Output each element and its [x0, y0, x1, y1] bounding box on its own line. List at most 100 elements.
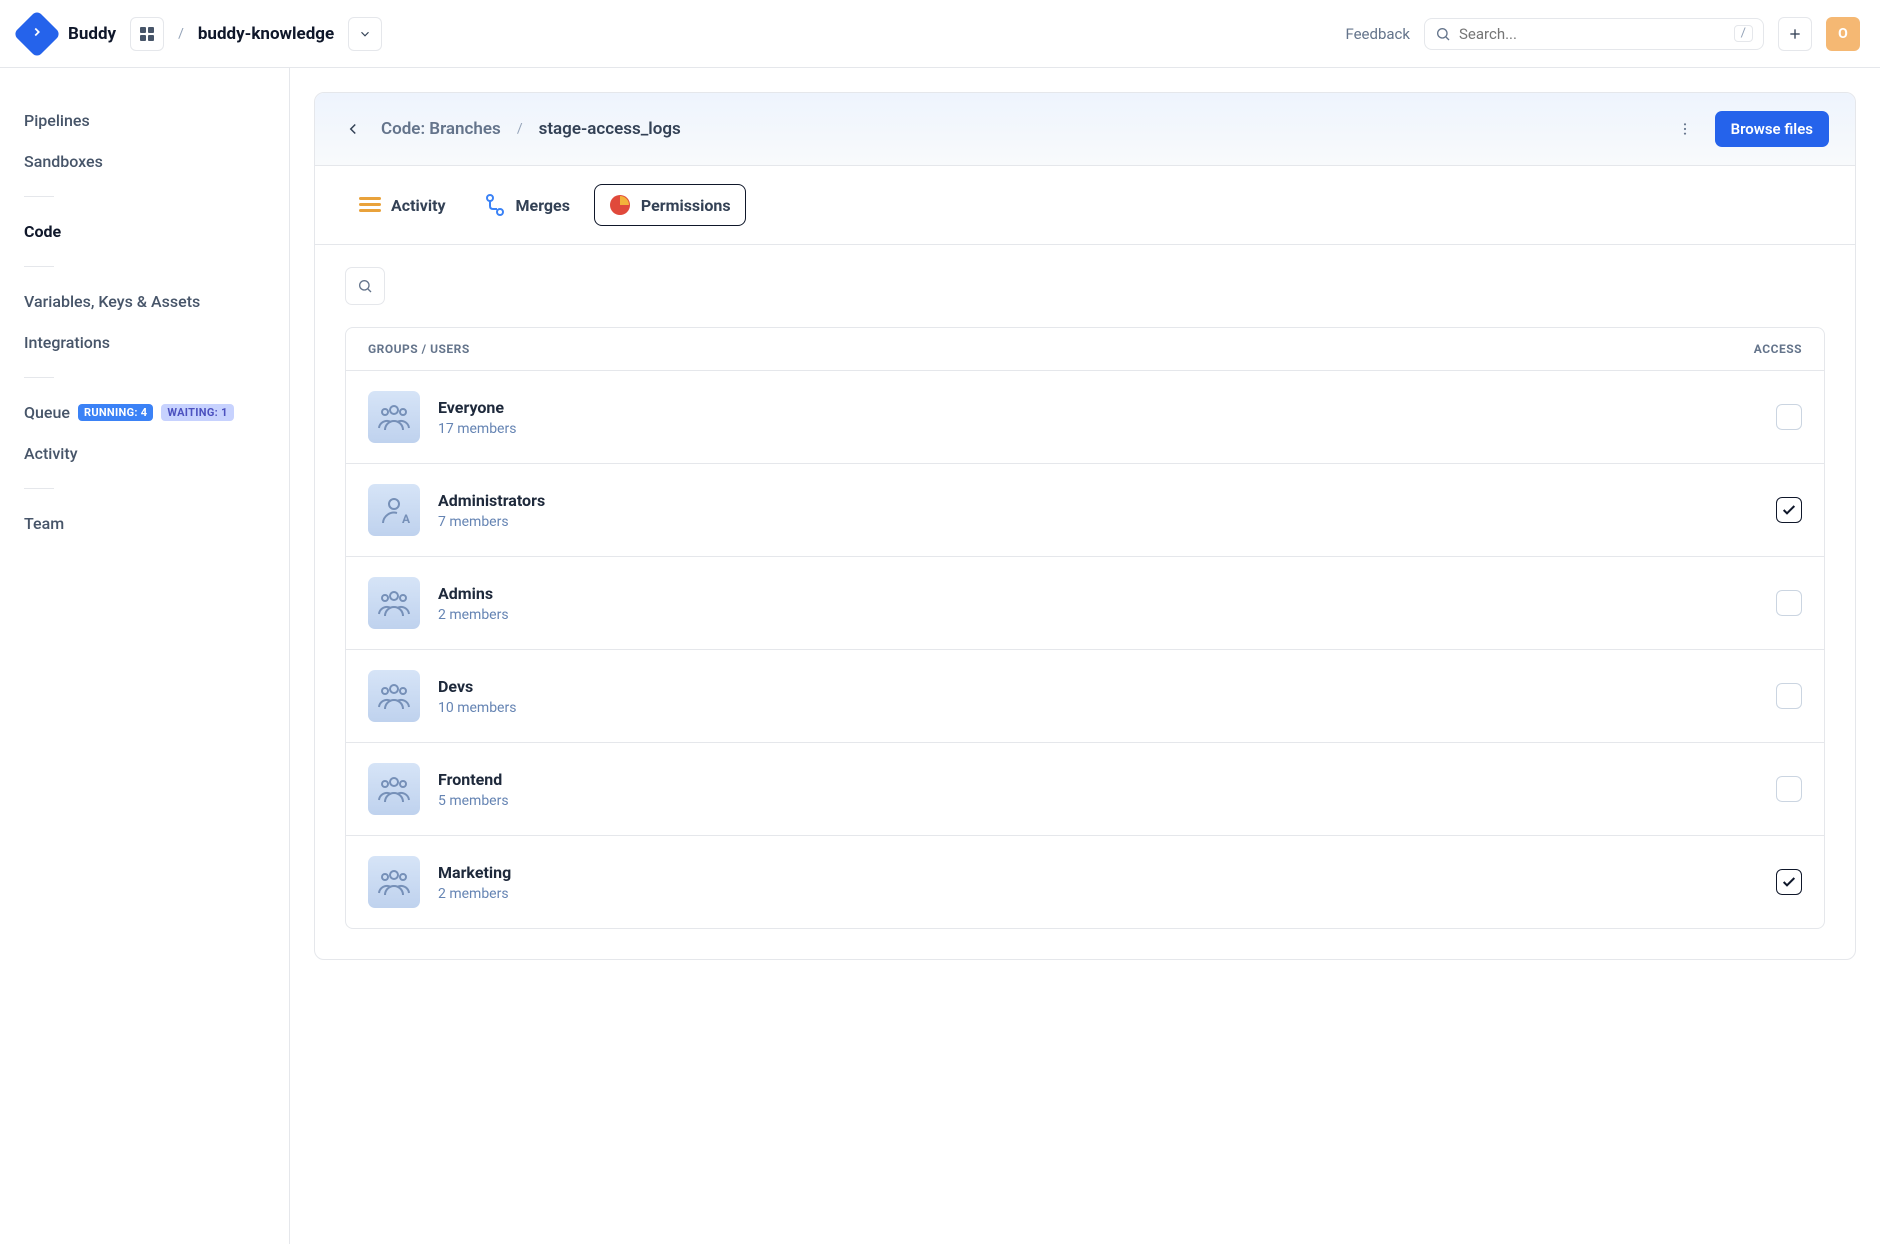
- access-checkbox[interactable]: [1776, 590, 1802, 616]
- tabs: Activity Merges Permissions: [315, 166, 1855, 245]
- sidebar-item-queue[interactable]: Queue RUNNING: 4 WAITING: 1: [24, 392, 265, 433]
- search-shortcut: /: [1734, 25, 1753, 42]
- sidebar-item-label: Pipelines: [24, 111, 90, 130]
- sidebar-item-variables[interactable]: Variables, Keys & Assets: [24, 281, 265, 322]
- brand-logo-chevron-icon: [30, 25, 44, 43]
- grid-icon: [140, 27, 154, 41]
- access-checkbox[interactable]: [1776, 869, 1802, 895]
- plus-icon: [1787, 26, 1803, 42]
- tab-label: Activity: [391, 196, 446, 215]
- sidebar-item-team[interactable]: Team: [24, 503, 265, 544]
- sidebar-item-label: Sandboxes: [24, 152, 103, 171]
- avatar-initial: O: [1838, 26, 1848, 42]
- group-info: Everyone 17 members: [438, 398, 516, 437]
- badge-running: RUNNING: 4: [78, 404, 153, 421]
- table-row: Everyone 17 members: [346, 370, 1824, 463]
- search-input[interactable]: [1459, 25, 1726, 43]
- group-info: Devs 10 members: [438, 677, 516, 716]
- chevron-left-icon: [344, 120, 362, 138]
- tab-label: Merges: [516, 196, 570, 215]
- sidebar-item-label: Activity: [24, 444, 78, 463]
- tab-permissions[interactable]: Permissions: [594, 184, 746, 226]
- breadcrumb-separator: /: [178, 26, 184, 42]
- brand-logo[interactable]: [13, 9, 61, 57]
- search-icon: [1435, 26, 1451, 42]
- table-row: Admins 2 members: [346, 556, 1824, 649]
- sidebar-separator: [24, 488, 54, 489]
- main-content: Code: Branches / stage-access_logs Brows…: [290, 68, 1880, 1244]
- sidebar: Pipelines Sandboxes Code Variables, Keys…: [0, 68, 290, 1244]
- search-box[interactable]: /: [1424, 18, 1764, 50]
- group-icon: [368, 763, 420, 815]
- search-icon: [357, 278, 373, 294]
- group-icon: [368, 577, 420, 629]
- sidebar-separator: [24, 266, 54, 267]
- filter-button[interactable]: [345, 267, 385, 305]
- group-members[interactable]: 17 members: [438, 421, 516, 437]
- admin-group-icon: A: [368, 484, 420, 536]
- permissions-table: GROUPS / USERS ACCESS Everyone 17 member…: [345, 327, 1825, 929]
- sidebar-item-label: Variables, Keys & Assets: [24, 292, 200, 311]
- tab-merges[interactable]: Merges: [470, 185, 584, 225]
- merge-icon: [484, 194, 506, 216]
- access-checkbox[interactable]: [1776, 404, 1802, 430]
- sidebar-separator: [24, 196, 54, 197]
- group-info: Marketing 2 members: [438, 863, 511, 902]
- access-checkbox[interactable]: [1776, 776, 1802, 802]
- branch-card: Code: Branches / stage-access_logs Brows…: [314, 92, 1856, 960]
- feedback-link[interactable]: Feedback: [1345, 25, 1410, 43]
- sidebar-item-label: Integrations: [24, 333, 110, 352]
- sidebar-item-pipelines[interactable]: Pipelines: [24, 100, 265, 141]
- group-name[interactable]: Everyone: [438, 398, 516, 417]
- group-name[interactable]: Administrators: [438, 491, 545, 510]
- brand-name: Buddy: [68, 24, 116, 44]
- group-members[interactable]: 5 members: [438, 793, 509, 809]
- group-name[interactable]: Marketing: [438, 863, 511, 882]
- group-info: Admins 2 members: [438, 584, 509, 623]
- group-members[interactable]: 7 members: [438, 514, 545, 530]
- access-checkbox[interactable]: [1776, 497, 1802, 523]
- sidebar-item-activity[interactable]: Activity: [24, 433, 265, 474]
- back-button[interactable]: [341, 117, 365, 141]
- access-checkbox[interactable]: [1776, 683, 1802, 709]
- project-dropdown[interactable]: [348, 17, 382, 51]
- sidebar-item-label: Team: [24, 514, 64, 533]
- breadcrumb-separator: /: [517, 121, 523, 137]
- col-access: ACCESS: [1754, 342, 1802, 356]
- table-row: Frontend 5 members: [346, 742, 1824, 835]
- group-name[interactable]: Admins: [438, 584, 509, 603]
- group-name[interactable]: Frontend: [438, 770, 509, 789]
- project-name[interactable]: buddy-knowledge: [198, 24, 334, 44]
- tab-activity[interactable]: Activity: [345, 185, 460, 225]
- add-button[interactable]: [1778, 17, 1812, 51]
- group-members[interactable]: 2 members: [438, 886, 511, 902]
- browse-files-button[interactable]: Browse files: [1715, 111, 1829, 147]
- topbar: Buddy / buddy-knowledge Feedback / O: [0, 0, 1880, 68]
- table-header: GROUPS / USERS ACCESS: [346, 328, 1824, 370]
- col-groups-users: GROUPS / USERS: [368, 342, 470, 356]
- group-icon: [368, 856, 420, 908]
- user-avatar[interactable]: O: [1826, 17, 1860, 51]
- sidebar-item-integrations[interactable]: Integrations: [24, 322, 265, 363]
- badge-waiting: WAITING: 1: [161, 404, 233, 421]
- permissions-icon: [609, 194, 631, 216]
- group-icon: [368, 670, 420, 722]
- sidebar-item-sandboxes[interactable]: Sandboxes: [24, 141, 265, 182]
- table-row: Devs 10 members: [346, 649, 1824, 742]
- table-row: A Administrators 7 members: [346, 463, 1824, 556]
- sidebar-item-code[interactable]: Code: [24, 211, 265, 252]
- tab-label: Permissions: [641, 196, 731, 215]
- sidebar-separator: [24, 377, 54, 378]
- group-members[interactable]: 10 members: [438, 700, 516, 716]
- group-members[interactable]: 2 members: [438, 607, 509, 623]
- group-icon: [368, 391, 420, 443]
- group-name[interactable]: Devs: [438, 677, 516, 696]
- activity-icon: [359, 194, 381, 216]
- apps-button[interactable]: [130, 17, 164, 51]
- kebab-icon: [1677, 121, 1693, 137]
- more-button[interactable]: [1671, 115, 1699, 143]
- group-info: Frontend 5 members: [438, 770, 509, 809]
- svg-text:A: A: [402, 512, 411, 525]
- sidebar-item-label: Code: [24, 222, 61, 241]
- breadcrumb-parent[interactable]: Code: Branches: [381, 119, 501, 139]
